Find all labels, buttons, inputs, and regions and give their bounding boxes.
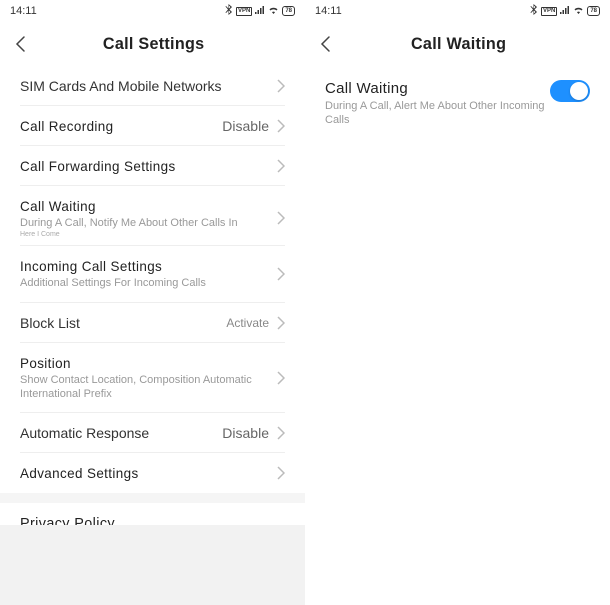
row-title: Automatic Response <box>20 425 222 441</box>
chevron-right-icon <box>277 371 285 385</box>
bluetooth-icon <box>225 4 233 18</box>
row-title: Block List <box>20 315 226 331</box>
section-divider <box>0 493 305 503</box>
row-subtitle: Additional Settings For Incoming Calls <box>20 276 277 290</box>
vpn-icon: VPN <box>236 7 252 16</box>
row-title: Call Recording <box>20 118 214 134</box>
status-time: 14:11 <box>10 5 37 17</box>
row-title: SIM Cards And Mobile Networks <box>20 78 277 94</box>
row-value: Disable <box>222 118 269 134</box>
wifi-icon <box>268 6 279 17</box>
chevron-right-icon <box>277 316 285 330</box>
row-call-forwarding[interactable]: Call Forwarding Settings <box>0 146 305 186</box>
chevron-right-icon <box>277 211 285 225</box>
row-subtitle: During A Call, Alert Me About Other Inco… <box>325 99 550 128</box>
row-value: Activate <box>226 316 269 330</box>
back-button[interactable] <box>313 32 337 56</box>
chevron-right-icon <box>277 267 285 281</box>
row-title: Position <box>20 355 267 371</box>
row-subtitle: During A Call, Notify Me About Other Cal… <box>20 216 277 230</box>
battery-icon: 78 <box>587 6 600 16</box>
row-tiny: Here I Come <box>20 231 277 238</box>
page-title: Call Settings <box>102 34 204 54</box>
screen-call-waiting: 14:11 VPN 78 Call Waiting Call Waiting D… <box>305 0 610 605</box>
row-block-list[interactable]: Block List Activate <box>0 303 305 343</box>
vpn-icon: VPN <box>541 7 557 16</box>
row-position[interactable]: Position Show Contact Location, Composit… <box>0 343 305 414</box>
row-subtitle: Show Contact Location, Composition Autom… <box>20 373 277 402</box>
header: Call Waiting <box>305 22 610 66</box>
row-call-waiting-toggle: Call Waiting During A Call, Alert Me Abo… <box>305 66 610 142</box>
row-title: Call Waiting <box>20 198 267 214</box>
battery-icon: 78 <box>282 6 295 16</box>
screen-call-settings: 14:11 VPN 78 Call Settings SIM Cards And… <box>0 0 305 605</box>
chevron-right-icon <box>277 79 285 93</box>
row-call-waiting[interactable]: Call Waiting During A Call, Notify Me Ab… <box>0 186 305 246</box>
header: Call Settings <box>0 22 305 66</box>
chevron-right-icon <box>277 159 285 173</box>
row-sim-cards[interactable]: SIM Cards And Mobile Networks <box>0 66 305 106</box>
row-title: Call Waiting <box>325 80 550 97</box>
row-automatic-response[interactable]: Automatic Response Disable <box>0 413 305 453</box>
row-title: Call Forwarding Settings <box>20 158 267 174</box>
status-bar: 14:11 VPN 78 <box>0 0 305 22</box>
chevron-right-icon <box>277 466 285 480</box>
page-title: Call Waiting <box>410 34 505 54</box>
bluetooth-icon <box>530 4 538 18</box>
signal-icon <box>255 6 265 17</box>
signal-icon <box>560 6 570 17</box>
call-waiting-toggle[interactable] <box>550 80 590 102</box>
status-time: 14:11 <box>315 5 342 17</box>
wifi-icon <box>573 6 584 17</box>
chevron-right-icon <box>277 119 285 133</box>
row-value: Disable <box>222 425 269 441</box>
row-call-recording[interactable]: Call Recording Disable <box>0 106 305 146</box>
bottom-spacer <box>0 525 305 605</box>
status-bar: 14:11 VPN 78 <box>305 0 610 22</box>
back-button[interactable] <box>8 32 32 56</box>
row-title: Advanced Settings <box>20 465 267 481</box>
row-advanced-settings[interactable]: Advanced Settings <box>0 453 305 493</box>
chevron-right-icon <box>277 426 285 440</box>
row-title: Incoming Call Settings <box>20 258 267 274</box>
status-icons: VPN 78 <box>225 4 295 18</box>
settings-list: SIM Cards And Mobile Networks Call Recor… <box>0 66 305 544</box>
row-incoming-call[interactable]: Incoming Call Settings Additional Settin… <box>0 246 305 302</box>
status-icons: VPN 78 <box>530 4 600 18</box>
